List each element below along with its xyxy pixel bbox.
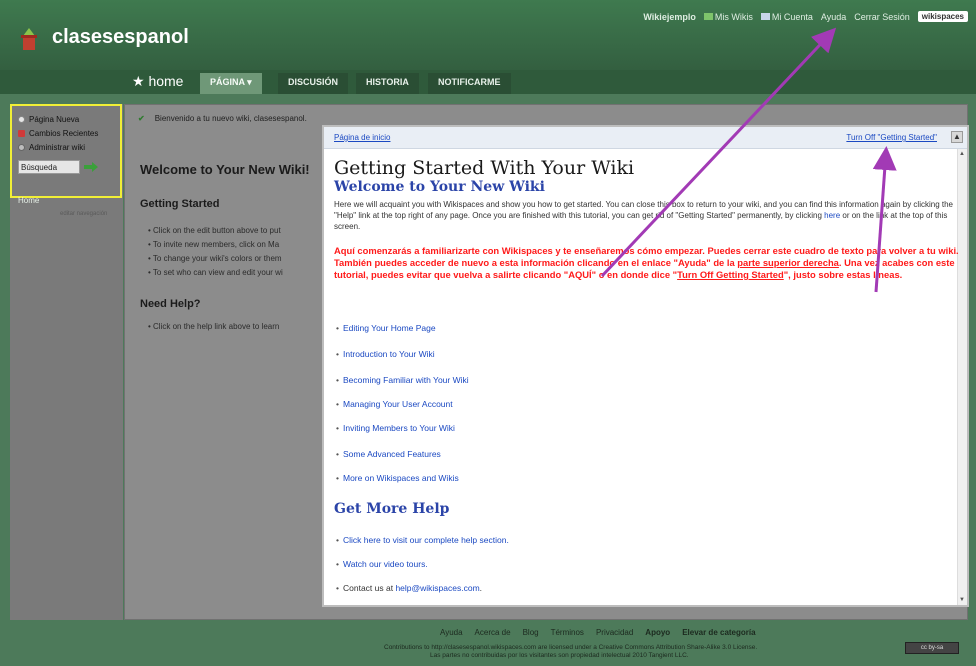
- welcome-notice: ✔ Bienvenido a tu nuevo wiki, clasesespa…: [138, 110, 958, 126]
- my-wikis-link[interactable]: Mis Wikis: [703, 12, 753, 22]
- recent-changes-icon: [18, 129, 25, 137]
- footer-links: Ayuda Acerca de Blog Términos Privacidad…: [440, 628, 756, 637]
- footer-help-link[interactable]: Ayuda: [440, 628, 463, 637]
- welcome-heading: Welcome to Your New Wiki: [334, 179, 545, 195]
- list-item: • To invite new members, click on Ma: [148, 240, 280, 249]
- home-page-link[interactable]: Página de inicio: [334, 133, 390, 142]
- tab-page[interactable]: PÁGINA ▾: [200, 73, 262, 94]
- notice-text: Bienvenido a tu nuevo wiki, clasesespano…: [154, 113, 307, 123]
- sidebar-item-recent-changes[interactable]: Cambios Recientes: [18, 126, 114, 140]
- site-title[interactable]: clasesespanol: [52, 26, 189, 49]
- search-go-icon[interactable]: [84, 162, 98, 172]
- sidebar-search: [18, 160, 114, 174]
- my-account-link[interactable]: Mi Cuenta: [760, 12, 813, 22]
- getting-started-heading: Getting Started: [140, 198, 220, 210]
- collapse-icon[interactable]: ▲: [951, 131, 963, 143]
- dialog-title: Getting Started With Your Wiki: [334, 157, 635, 179]
- tab-history[interactable]: HISTORIA: [356, 73, 419, 94]
- account-icon: [760, 12, 770, 20]
- footer-terms-link[interactable]: Términos: [551, 628, 584, 637]
- scroll-up-icon[interactable]: ▲: [959, 151, 966, 157]
- footer-support-link[interactable]: Apoyo: [645, 628, 670, 637]
- footer-legal: Contributions to http://clasesespanol.wi…: [384, 644, 758, 659]
- help-link[interactable]: Ayuda: [821, 12, 846, 22]
- scroll-down-icon[interactable]: ▼: [959, 597, 966, 603]
- wiki-logo-icon: [21, 28, 37, 50]
- list-item: • To change your wiki's colors or them: [148, 254, 282, 263]
- footer-about-link[interactable]: Acerca de: [475, 628, 511, 637]
- wikis-icon: [703, 12, 713, 20]
- user-bar: Wikiejemplo Mis Wikis Mi Cuenta Ayuda Ce…: [643, 11, 968, 22]
- getting-started-dialog: Página de inicio Turn Off "Getting Start…: [322, 125, 969, 607]
- tab-home[interactable]: ★ home: [132, 73, 183, 90]
- cc-license-badge[interactable]: cc by-sa: [905, 642, 959, 654]
- list-item[interactable]: • Watch our video tours.: [336, 559, 428, 569]
- spanish-annotation: Aquí comenzarás a familiarizarte con Wik…: [334, 245, 959, 280]
- check-icon: ✔: [138, 113, 145, 123]
- tab-discussion[interactable]: DISCUSIÓN: [278, 73, 349, 94]
- list-item[interactable]: • Managing Your User Account: [336, 399, 453, 409]
- user-name-link[interactable]: Wikiejemplo: [643, 12, 695, 22]
- sidebar-highlight-box: Página Nueva Cambios Recientes Administr…: [10, 104, 122, 198]
- list-item[interactable]: • Inviting Members to Your Wiki: [336, 423, 455, 433]
- intro-paragraph: Here we will acquaint you with Wikispace…: [334, 200, 953, 231]
- list-item[interactable]: • More on Wikispaces and Wikis: [336, 473, 459, 483]
- sidebar-item-new-page[interactable]: Página Nueva: [18, 112, 114, 126]
- turn-off-getting-started-link[interactable]: Turn Off "Getting Started": [846, 133, 937, 142]
- tab-notify[interactable]: NOTIFICARME: [428, 73, 511, 94]
- list-item: • Click on the help link above to learn: [148, 322, 280, 331]
- list-item: • Contact us at help@wikispaces.com.: [336, 583, 483, 593]
- get-more-help-heading: Get More Help: [334, 501, 450, 517]
- tab-bar: ★ home PÁGINA ▾ DISCUSIÓN HISTORIA NOTIF…: [0, 70, 976, 94]
- footer-blog-link[interactable]: Blog: [523, 628, 539, 637]
- list-item: • Click on the edit button above to put: [148, 226, 281, 235]
- search-input[interactable]: [18, 160, 80, 174]
- list-item[interactable]: • Some Advanced Features: [336, 449, 441, 459]
- list-item[interactable]: • Introduction to Your Wiki: [336, 349, 435, 359]
- sidebar-item-manage-wiki[interactable]: Administrar wiki: [18, 140, 114, 154]
- list-item: • To set who can view and edit your wi: [148, 268, 283, 277]
- contact-email-link[interactable]: help@wikispaces.com: [395, 583, 479, 593]
- list-item[interactable]: • Click here to visit our complete help s…: [336, 535, 509, 545]
- wikispaces-badge[interactable]: wikispaces: [917, 11, 968, 22]
- need-help-heading: Need Help?: [140, 298, 201, 310]
- dialog-header: Página de inicio Turn Off "Getting Start…: [324, 127, 967, 149]
- footer-upgrade-link[interactable]: Elevar de categoría: [682, 628, 755, 637]
- new-page-icon: [18, 115, 25, 123]
- page-title: Welcome to Your New Wiki!: [140, 162, 310, 177]
- sidebar-item-home[interactable]: Home: [18, 196, 39, 205]
- logout-link[interactable]: Cerrar Sesión: [854, 12, 910, 22]
- list-item[interactable]: • Editing Your Home Page: [336, 323, 436, 333]
- here-link[interactable]: here: [824, 211, 840, 220]
- site-header: clasesespanol Wikiejemplo Mis Wikis Mi C…: [0, 0, 976, 70]
- gear-icon: [18, 143, 25, 151]
- edit-navigation-link[interactable]: editar navegación: [60, 211, 107, 217]
- list-item[interactable]: • Becoming Familiar with Your Wiki: [336, 375, 469, 385]
- footer-privacy-link[interactable]: Privacidad: [596, 628, 633, 637]
